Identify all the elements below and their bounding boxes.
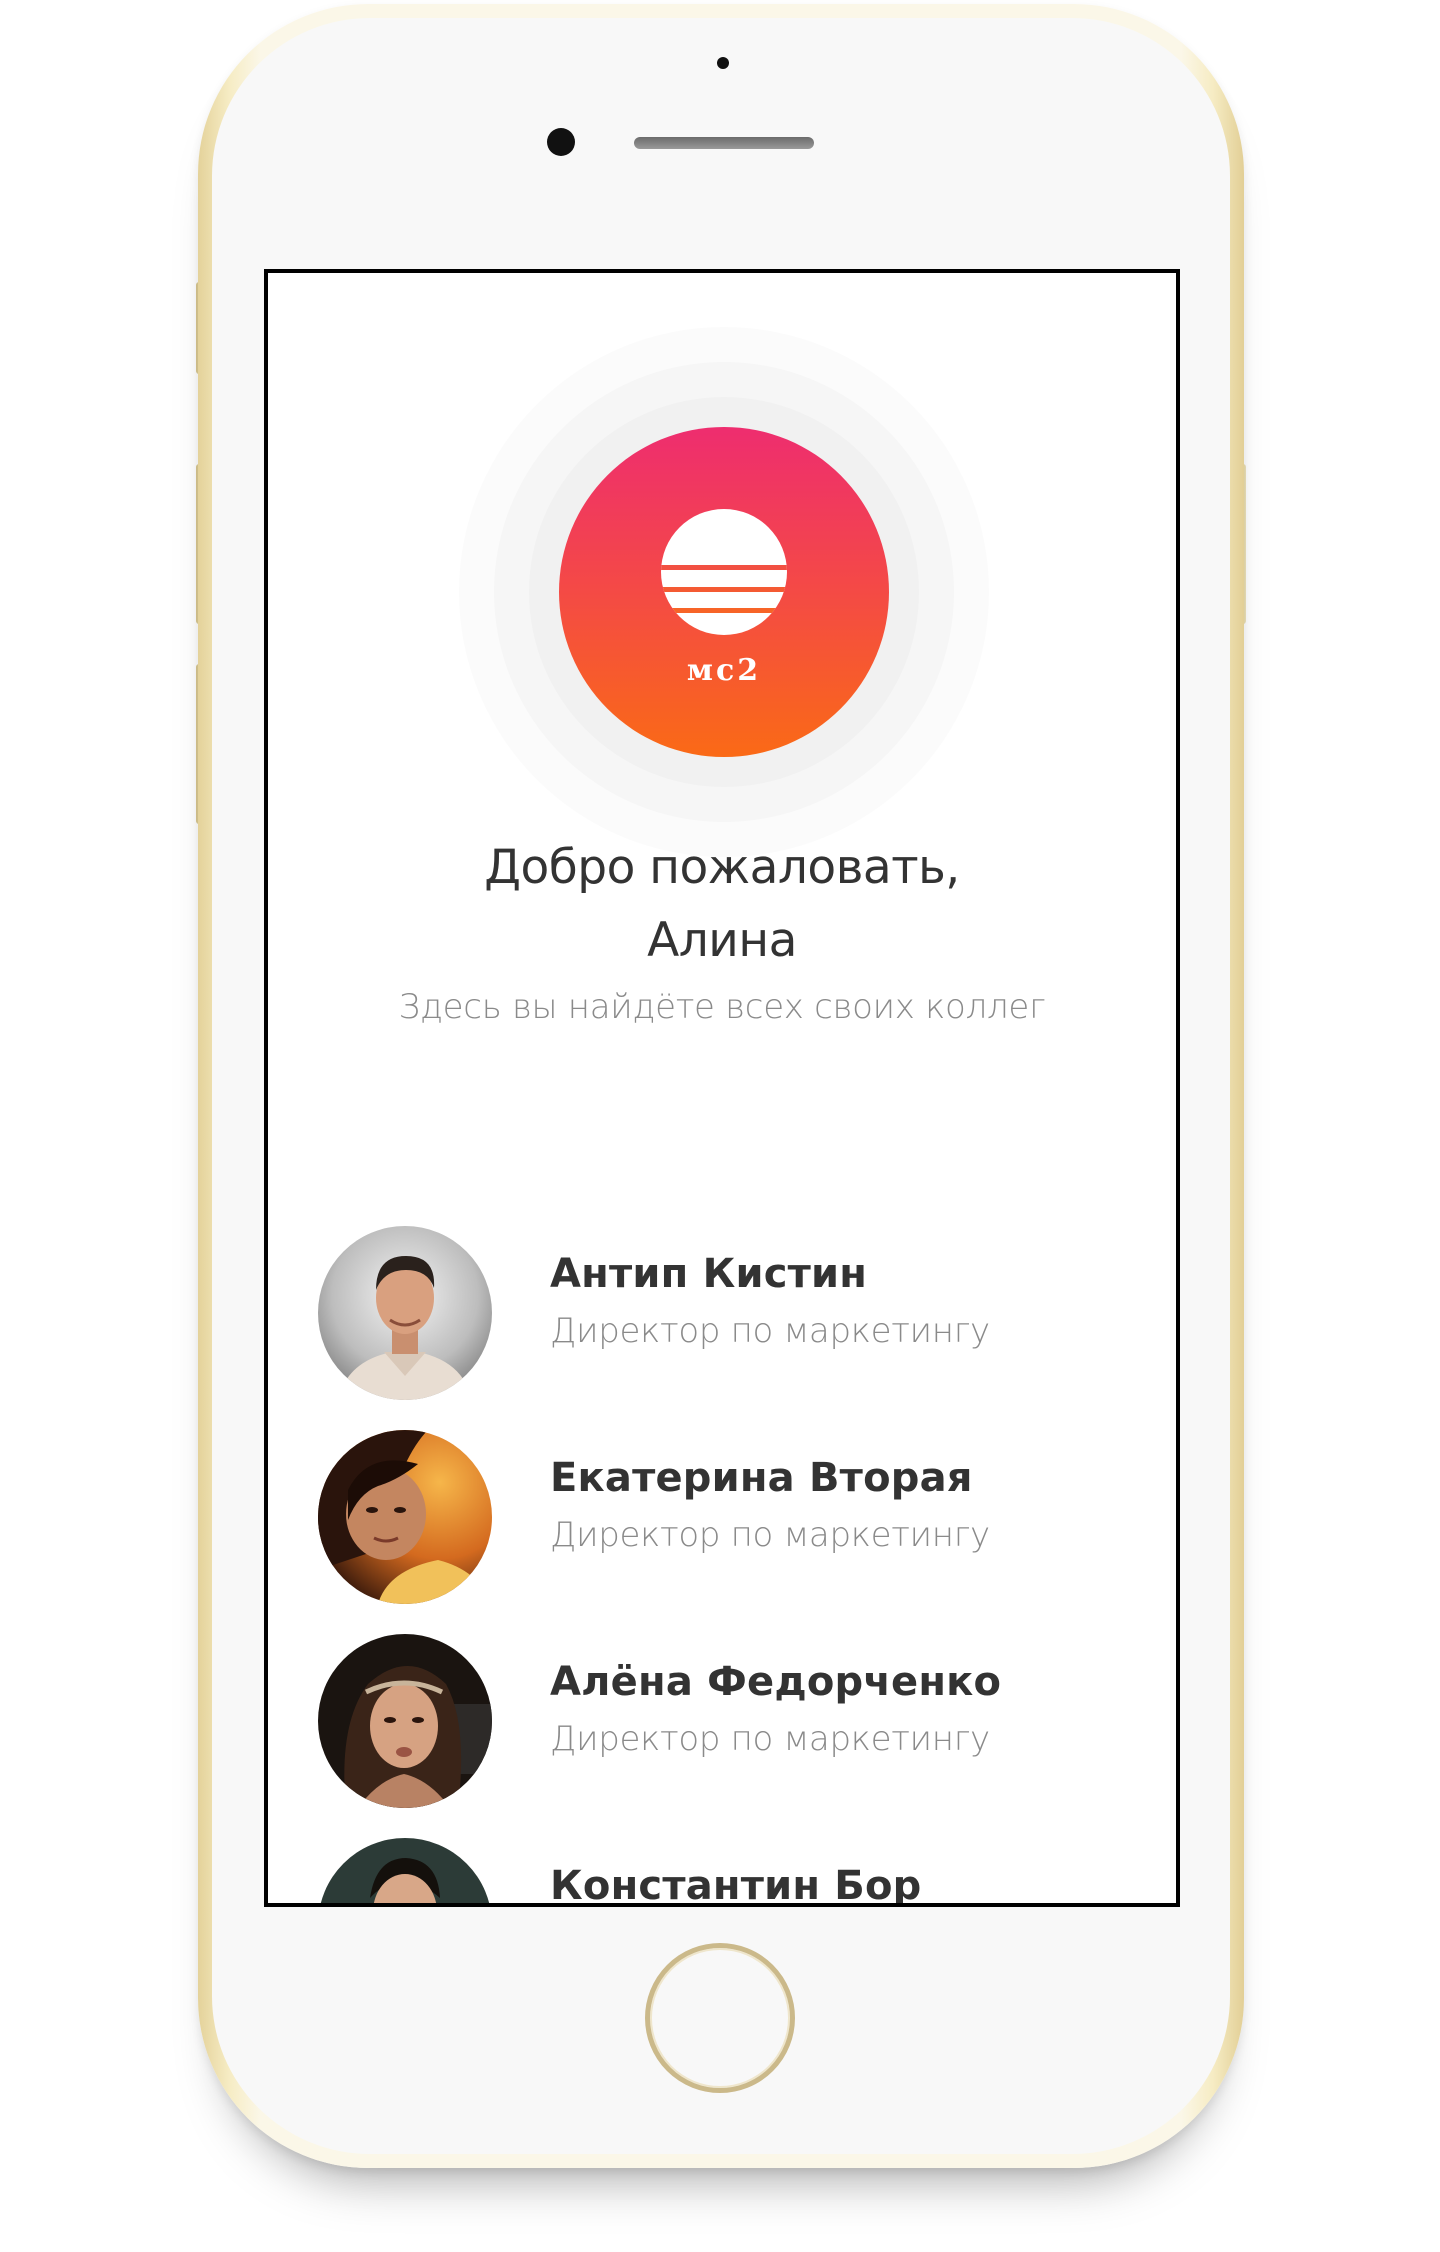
app-logo: мс2 [559, 427, 889, 757]
avatar-photo [318, 1634, 492, 1808]
avatar-photo [318, 1838, 492, 1903]
mc2-logo-icon [661, 509, 787, 635]
contact-list-item[interactable]: Алёна Федорченко Директор по маркетингу [268, 1634, 1176, 1812]
welcome-subtitle: Здесь вы найдёте всех своих коллег [398, 987, 1046, 1027]
contact-list-item[interactable]: Антип Кистин Директор по маркетингу [268, 1226, 1176, 1404]
front-camera [547, 128, 575, 156]
logo-wordmark: мс2 [686, 653, 762, 688]
contact-name: Екатерина Вторая [550, 1455, 973, 1501]
home-button[interactable] [645, 1943, 795, 2093]
contact-role: Директор по маркетингу [550, 1719, 990, 1759]
avatar [318, 1838, 492, 1903]
contact-list-item[interactable]: Екатерина Вторая Директор по маркетингу [268, 1430, 1176, 1608]
contact-name: Алёна Федорченко [550, 1659, 1002, 1705]
contact-name: Антип Кистин [550, 1251, 868, 1297]
avatar [318, 1430, 492, 1604]
contact-role: Директор по маркетингу [550, 1515, 990, 1555]
proximity-sensor [717, 57, 729, 69]
welcome-title: Добро пожаловать, [484, 840, 960, 895]
contact-role: Директор по маркетингу [550, 1311, 990, 1351]
earpiece-speaker [634, 137, 814, 149]
app-screen: мс2 Добро пожаловать, Алина Здесь вы най… [264, 269, 1180, 1907]
user-name: Алина [647, 913, 797, 968]
avatar [318, 1226, 492, 1400]
contact-name: Константин Бор [550, 1863, 922, 1907]
mockup-stage: мс2 Добро пожаловать, Алина Здесь вы най… [0, 0, 1440, 2252]
contact-list-item[interactable]: Константин Бор [268, 1838, 1176, 1907]
avatar-photo [318, 1430, 492, 1604]
avatar-photo [318, 1226, 492, 1400]
avatar [318, 1634, 492, 1808]
